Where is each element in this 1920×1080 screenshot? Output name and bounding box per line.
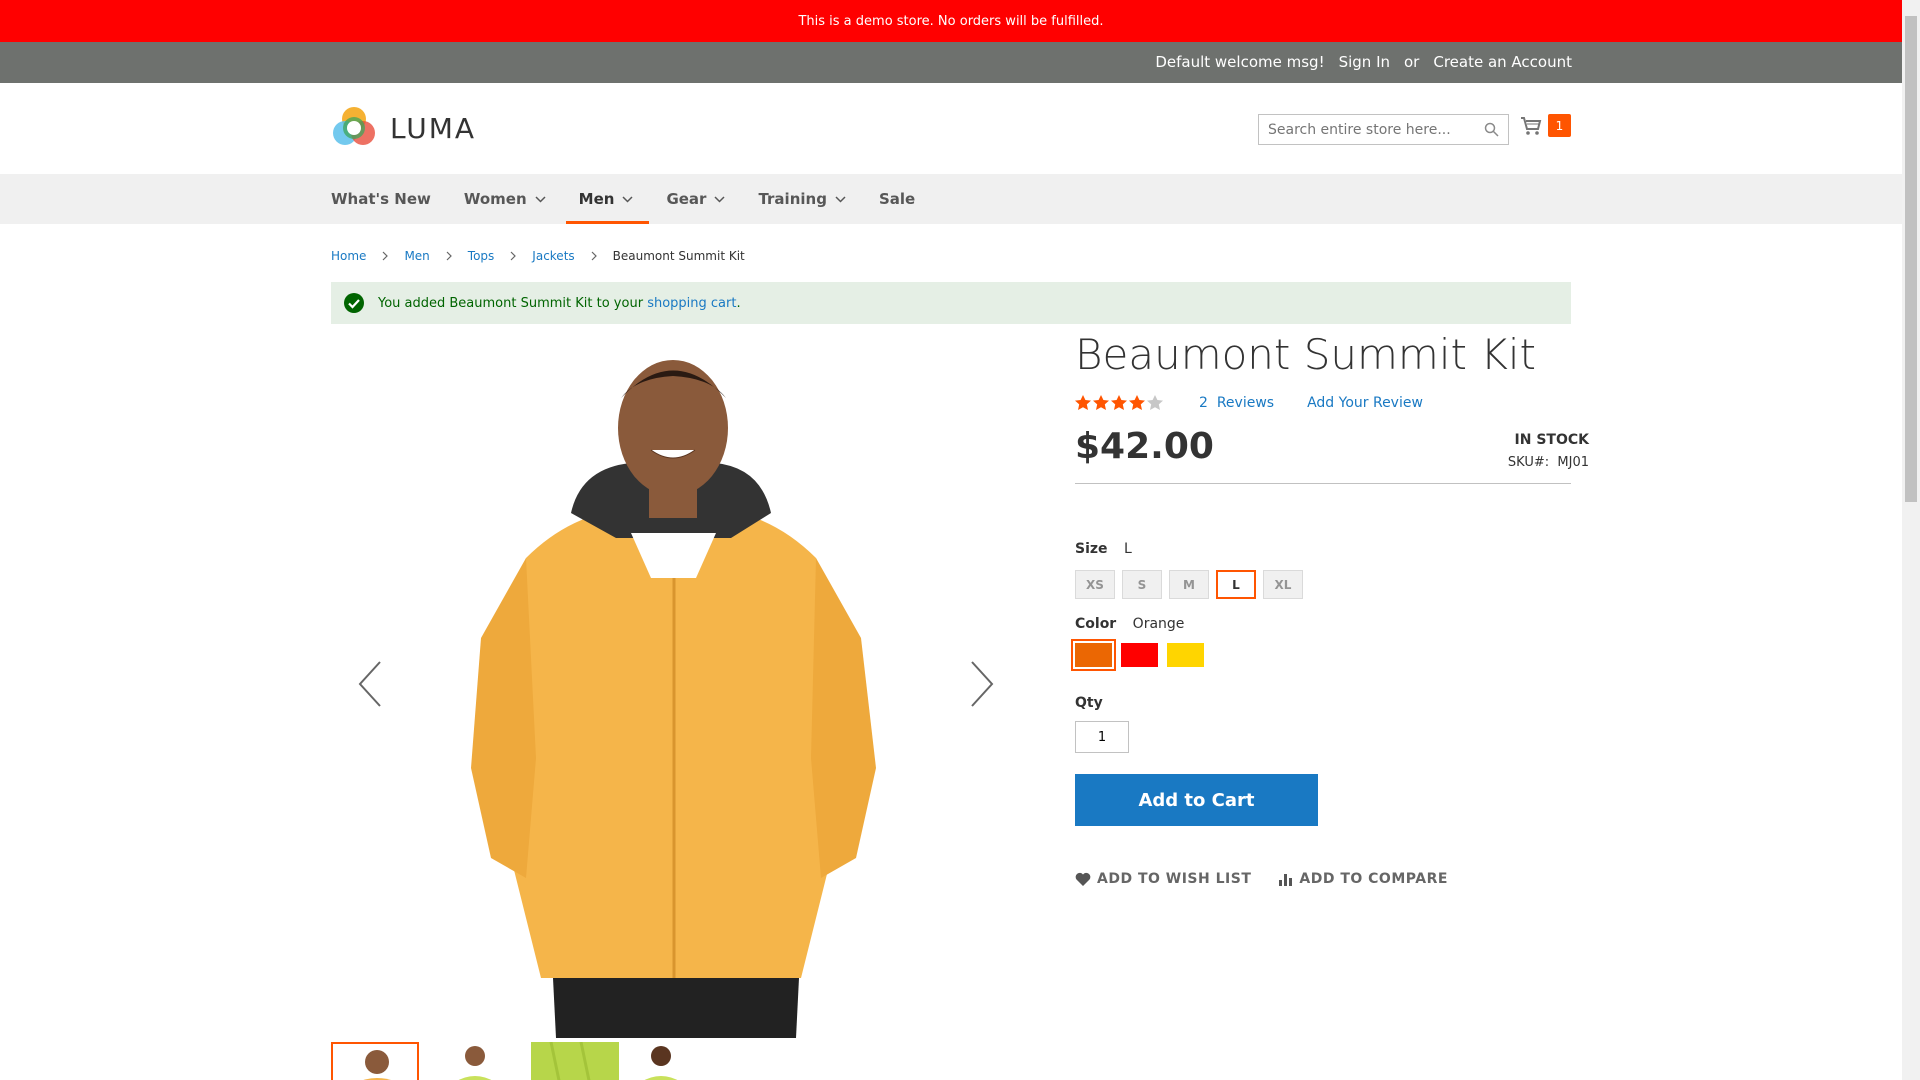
header-panel: Default welcome msg! Sign In or Create a…	[0, 42, 1902, 83]
nav-item-training[interactable]: Training	[758, 174, 878, 224]
cart-icon	[1521, 116, 1542, 135]
breadcrumb: Home Men Tops Jackets Beaumont Summit Ki…	[331, 249, 745, 263]
size-attribute-label: Size L	[1075, 541, 1132, 557]
or-text: or	[1404, 53, 1420, 71]
color-swatch-orange[interactable]	[1071, 639, 1116, 671]
page-scrollbar[interactable]	[1902, 0, 1920, 1080]
chevron-right-icon	[591, 251, 597, 261]
sign-in-link[interactable]: Sign In	[1339, 53, 1390, 71]
size-option-xl[interactable]: XL	[1263, 570, 1303, 599]
search-input[interactable]	[1259, 115, 1469, 144]
nav-item-sale[interactable]: Sale	[879, 174, 948, 224]
qty-input[interactable]	[1075, 721, 1129, 753]
color-swatch-yellow[interactable]	[1167, 643, 1204, 667]
check-icon	[344, 293, 364, 313]
arrow-right-icon[interactable]	[969, 660, 995, 708]
logo-text: LUMA	[390, 111, 477, 145]
luma-logo-icon	[333, 107, 375, 145]
chevron-down-icon	[535, 195, 546, 203]
demo-notice-bar: This is a demo store. No orders will be …	[0, 0, 1902, 42]
compare-icon	[1279, 874, 1293, 886]
add-to-cart-button[interactable]: Add to Cart	[1075, 774, 1318, 826]
product-image[interactable]	[331, 338, 1021, 1038]
shopping-cart-link[interactable]: shopping cart	[647, 296, 736, 311]
main-navigation: What's New Women Men Gear Training Sale	[0, 174, 1902, 224]
thumbnail[interactable]	[531, 1042, 619, 1080]
color-selected-value: Orange	[1132, 616, 1185, 632]
arrow-left-icon[interactable]	[357, 660, 383, 708]
site-header: LUMA 1	[0, 83, 1902, 174]
minicart-button[interactable]: 1	[1520, 114, 1571, 137]
message-text: You added Beaumont Summit Kit to your sh…	[378, 295, 741, 311]
chevron-down-icon	[714, 195, 725, 203]
breadcrumb-tops[interactable]: Tops	[468, 249, 495, 263]
star-icon	[1075, 395, 1163, 410]
chevron-right-icon	[383, 251, 389, 261]
nav-item-men[interactable]: Men	[565, 174, 667, 224]
search-box	[1258, 114, 1509, 145]
color-swatch-red[interactable]	[1121, 643, 1158, 667]
success-message: You added Beaumont Summit Kit to your sh…	[331, 282, 1571, 324]
chevron-right-icon	[510, 251, 517, 261]
product-sku: SKU#: MJ01	[1507, 455, 1589, 470]
cart-count-badge: 1	[1548, 114, 1571, 137]
size-option-xs[interactable]: XS	[1075, 570, 1115, 599]
stock-status: IN STOCK	[1514, 432, 1589, 448]
thumbnail[interactable]	[431, 1042, 519, 1080]
logo[interactable]: LUMA	[331, 105, 476, 151]
breadcrumb-men[interactable]: Men	[404, 249, 429, 263]
thumbnail[interactable]	[331, 1042, 419, 1080]
thumbnail[interactable]	[631, 1042, 719, 1080]
color-attribute-label: Color Orange	[1075, 616, 1185, 632]
size-options: XS S M L XL	[1075, 570, 1303, 599]
breadcrumb-current: Beaumont Summit Kit	[612, 249, 745, 263]
chevron-down-icon	[835, 195, 846, 203]
product-actions: ADD TO WISH LIST ADD TO COMPARE	[1075, 871, 1448, 887]
nav-item-women[interactable]: Women	[464, 174, 579, 224]
divider	[1075, 483, 1571, 484]
size-option-m[interactable]: M	[1169, 570, 1209, 599]
qty-label: Qty	[1075, 695, 1103, 711]
product-rating: 2 Reviews Add Your Review	[1075, 395, 1423, 411]
add-to-wishlist-button[interactable]: ADD TO WISH LIST	[1075, 871, 1251, 887]
add-review-link[interactable]: Add Your Review	[1307, 395, 1423, 411]
product-price: $42.00	[1075, 426, 1214, 467]
nav-item-whats-new[interactable]: What's New	[331, 174, 464, 224]
color-options	[1071, 639, 1204, 671]
demo-notice-text: This is a demo store. No orders will be …	[798, 13, 1104, 29]
reviews-link[interactable]: 2 Reviews	[1199, 395, 1274, 411]
search-icon[interactable]	[1484, 122, 1499, 137]
create-account-link[interactable]: Create an Account	[1433, 53, 1572, 71]
product-gallery	[331, 338, 1021, 1038]
welcome-message: Default welcome msg!	[1155, 53, 1325, 71]
chevron-down-icon	[622, 195, 633, 203]
breadcrumb-home[interactable]: Home	[331, 249, 366, 263]
heart-icon	[1075, 872, 1091, 886]
chevron-right-icon	[446, 251, 452, 261]
add-to-compare-button[interactable]: ADD TO COMPARE	[1279, 871, 1448, 887]
nav-item-gear[interactable]: Gear	[666, 174, 758, 224]
product-title: Beaumont Summit Kit	[1075, 330, 1537, 379]
scrollbar-thumb[interactable]	[1905, 16, 1917, 502]
gallery-thumbnails	[331, 1042, 719, 1080]
breadcrumb-jackets[interactable]: Jackets	[532, 249, 574, 263]
size-selected-value: L	[1123, 541, 1132, 557]
size-option-s[interactable]: S	[1122, 570, 1162, 599]
size-option-l[interactable]: L	[1216, 570, 1256, 599]
